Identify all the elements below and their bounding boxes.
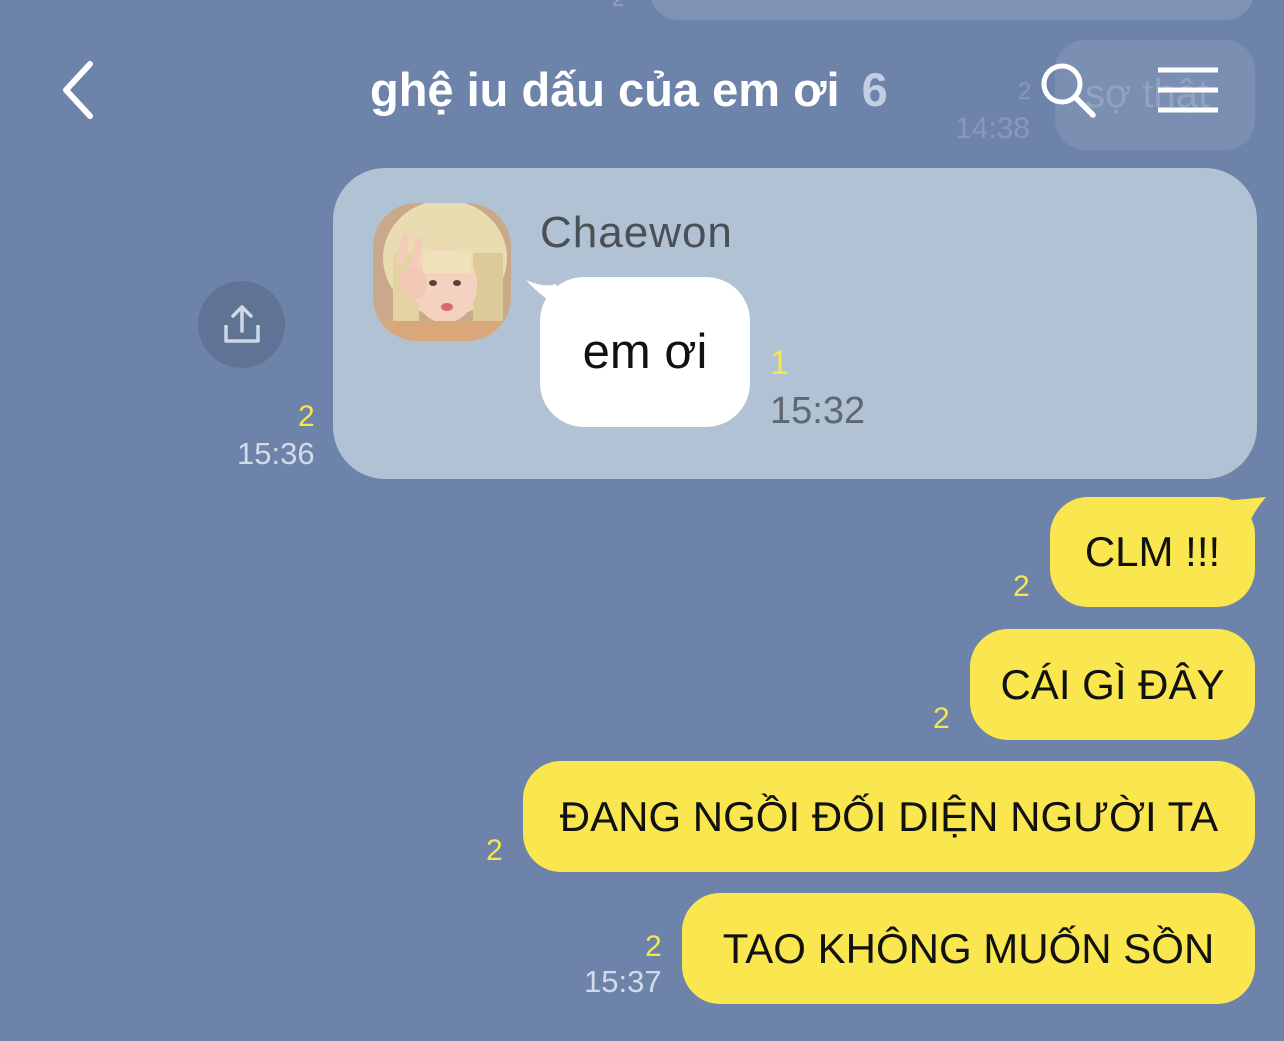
share-button[interactable] [198, 281, 285, 368]
avatar-photo [373, 203, 511, 341]
sender-name: Chaewon [540, 208, 733, 257]
message-timestamp: 15:37 [584, 964, 662, 999]
search-button[interactable] [1038, 60, 1098, 120]
chat-title: ghệ iu dấu của em ơi 6 [370, 62, 888, 117]
avatar[interactable] [373, 203, 511, 341]
message-unread-count: 2 [933, 702, 950, 735]
shared-message-time: 15:32 [770, 390, 866, 432]
card-timestamp: 15:36 [237, 436, 315, 471]
back-button[interactable] [58, 58, 118, 122]
previous-message-time: 14:38 [955, 112, 1031, 145]
previous-message-bubble [650, 0, 1254, 20]
message-unread-count: 2 [1013, 570, 1030, 603]
menu-icon [1158, 67, 1218, 113]
chat-title-text: ghệ iu dấu của em ơi [370, 63, 840, 116]
message-bubble[interactable]: CÁI GÌ ĐÂY [970, 629, 1255, 740]
previous-message-unread: 2 [1018, 78, 1032, 105]
search-icon [1041, 63, 1096, 118]
shared-message-bubble[interactable]: em ơi [540, 277, 750, 427]
menu-button[interactable] [1156, 66, 1220, 114]
card-unread-count: 2 [298, 400, 315, 433]
message-bubble[interactable]: ĐANG NGỒI ĐỐI DIỆN NGƯỜI TA [523, 761, 1255, 872]
member-count: 6 [861, 63, 888, 116]
message-unread-count: 2 [645, 930, 662, 963]
shared-message-unread: 1 [770, 344, 789, 382]
message-bubble[interactable]: TAO KHÔNG MUỐN SỒN [682, 893, 1255, 1004]
message-bubble[interactable]: CLM !!! [1050, 497, 1255, 607]
message-unread-count: 2 [486, 834, 503, 867]
previous-unread-count: 2 [612, 0, 624, 12]
share-icon [223, 304, 260, 343]
back-arrow-icon [63, 61, 93, 119]
